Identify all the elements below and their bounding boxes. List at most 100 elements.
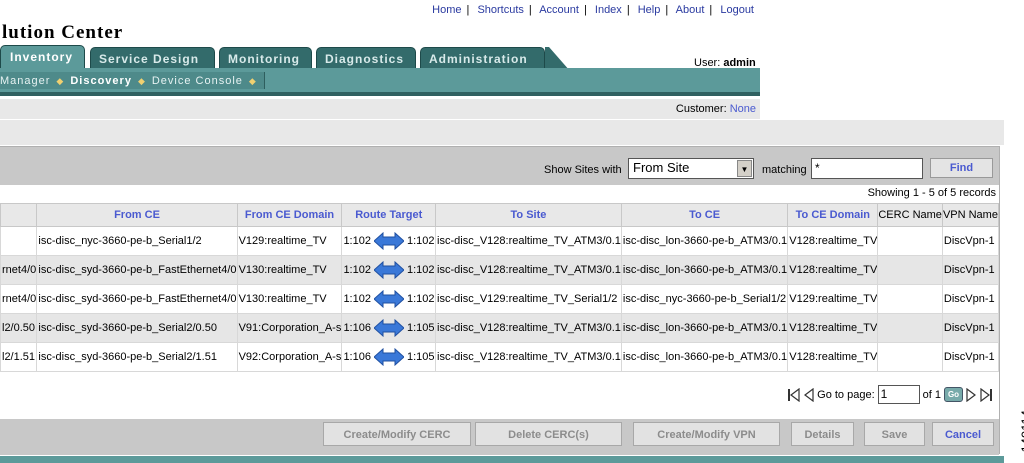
subnav-item-manager[interactable]: Manager	[0, 75, 50, 87]
cell-from-ce: isc-disc_syd-3660-pe-b_FastEthernet4/0	[36, 255, 238, 285]
top-links: Home | Shortcuts | Account | Index | Help | A…	[432, 4, 754, 16]
rt-from: 1:102	[343, 293, 371, 305]
col-header-to-ce[interactable]: To CE	[620, 203, 789, 227]
bidirectional-arrow-icon	[373, 232, 404, 250]
cell-to-site: isc-disc_V128:realtime_TV_ATM3/0.1	[435, 226, 622, 256]
col-header-vpn-name: VPN Name	[941, 203, 1000, 227]
show-sites-select[interactable]: From Site ▼	[628, 158, 754, 179]
col-header-cerc-name: CERC Name	[877, 203, 943, 227]
account-link[interactable]: Account	[539, 4, 579, 16]
create-modify-cerc-button[interactable]: Create/Modify CERC	[323, 422, 471, 446]
go-button[interactable]: Go	[944, 387, 963, 402]
delete-cerc-button[interactable]: Delete CERC(s)	[475, 422, 622, 446]
bidirectional-arrow-icon	[373, 319, 404, 337]
cell-to-ce: isc-disc_lon-3660-pe-b_ATM3/0.1	[620, 313, 789, 343]
cell-vpn-name: DiscVpn-1	[941, 313, 1000, 343]
cell-cerc-name	[877, 284, 943, 314]
tab-service-design[interactable]: Service Design	[90, 47, 215, 70]
find-button[interactable]: Find	[930, 158, 993, 178]
create-modify-vpn-button[interactable]: Create/Modify VPN	[633, 422, 780, 446]
show-sites-label: Show Sites with	[544, 164, 622, 176]
cell-to-site: isc-disc_V128:realtime_TV_ATM3/0.1	[435, 342, 622, 372]
bullet-icon: ◆	[248, 76, 257, 86]
table-row[interactable]: l2/1.51 isc-disc_syd-3660-pe-b_Serial2/1…	[0, 342, 1000, 372]
cell-to-ce-domain: V128:realtime_TV	[787, 255, 879, 285]
customer-value-link[interactable]: None	[730, 103, 756, 115]
customer-label: Customer:	[675, 103, 727, 115]
cell-to-ce-domain: V128:realtime_TV	[787, 313, 879, 343]
tab-inventory[interactable]: Inventory	[0, 45, 85, 70]
cell-to-site: isc-disc_V129:realtime_TV_Serial1/2	[435, 284, 622, 314]
bullet-icon: ◆	[137, 76, 146, 86]
logout-link[interactable]: Logout	[720, 4, 754, 16]
app-title: lution Center	[2, 22, 124, 43]
subnav-item-discovery[interactable]: Discovery	[70, 75, 132, 87]
cell-to-ce-domain: V128:realtime_TV	[787, 342, 879, 372]
action-button-bar: Create/Modify CERC Delete CERC(s) Create…	[0, 419, 999, 455]
cell-cerc-name	[877, 226, 943, 256]
cell-route-target: 1:102 1:102	[341, 255, 437, 285]
save-button[interactable]: Save	[864, 422, 925, 446]
bidirectional-arrow-icon	[373, 261, 404, 279]
about-link[interactable]: About	[676, 4, 705, 16]
col-header-to-ce-domain[interactable]: To CE Domain	[787, 203, 879, 227]
cell-truncated	[0, 226, 38, 256]
page-of-label: of 1	[922, 388, 941, 401]
first-page-icon[interactable]	[787, 387, 801, 402]
tab-monitoring[interactable]: Monitoring	[219, 47, 312, 70]
dropdown-arrow-icon[interactable]: ▼	[737, 160, 752, 177]
table-row[interactable]: isc-disc_nyc-3660-pe-b_Serial1/2 V129:re…	[0, 226, 1000, 256]
prev-page-icon[interactable]	[804, 387, 814, 402]
filter-bar: Show Sites with From Site ▼ matching * F…	[0, 147, 999, 185]
sites-table: From CE From CE Domain Route Target To S…	[0, 203, 1000, 372]
cell-route-target: 1:102 1:102	[341, 226, 437, 256]
col-header-route-target[interactable]: Route Target	[341, 203, 437, 227]
rt-from: 1:102	[343, 264, 371, 276]
cell-from-ce: isc-disc_nyc-3660-pe-b_Serial1/2	[36, 226, 238, 256]
cell-to-ce: isc-disc_nyc-3660-pe-b_Serial1/2	[620, 284, 789, 314]
matching-input[interactable]: *	[811, 158, 923, 179]
title-bar	[0, 120, 1004, 145]
table-row[interactable]: rnet4/0 isc-disc_syd-3660-pe-b_FastEther…	[0, 255, 1000, 285]
user-label: User:	[694, 57, 721, 69]
sub-nav-items: Manager ◆ Discovery ◆ Device Console ◆	[0, 72, 265, 89]
help-link[interactable]: Help	[638, 4, 661, 16]
last-page-icon[interactable]	[979, 387, 993, 402]
tab-administration[interactable]: Administration	[420, 47, 545, 70]
figure-id: 149114	[1018, 410, 1024, 453]
user-name: admin	[723, 57, 756, 69]
cell-vpn-name: DiscVpn-1	[941, 226, 1000, 256]
col-header-from-ce-domain[interactable]: From CE Domain	[236, 203, 343, 227]
cell-from-ce-domain: V130:realtime_TV	[236, 255, 343, 285]
table-header-row: From CE From CE Domain Route Target To S…	[0, 203, 1000, 227]
tab-diagnostics[interactable]: Diagnostics	[316, 47, 416, 70]
bullet-icon: ◆	[56, 76, 65, 86]
show-sites-select-value: From Site	[633, 160, 690, 175]
pagination: Go to page: 1 of 1 Go	[787, 385, 993, 404]
user-info: User: admin	[694, 57, 756, 69]
rt-to: 1:105	[406, 351, 435, 363]
rt-to: 1:102	[406, 293, 435, 305]
cell-from-ce-domain: V130:realtime_TV	[236, 284, 343, 314]
subnav-item-device-console[interactable]: Device Console	[152, 75, 243, 87]
rt-to: 1:102	[406, 235, 435, 247]
col-header-from-ce[interactable]: From CE	[36, 203, 238, 227]
cell-to-site: isc-disc_V128:realtime_TV_ATM3/0.1	[435, 255, 622, 285]
cell-truncated: rnet4/0	[0, 255, 38, 285]
rt-to: 1:102	[406, 264, 435, 276]
table-row[interactable]: l2/0.50 isc-disc_syd-3660-pe-b_Serial2/0…	[0, 313, 1000, 343]
cell-cerc-name	[877, 342, 943, 372]
home-link[interactable]: Home	[432, 4, 461, 16]
page-number-input[interactable]: 1	[877, 385, 920, 404]
cell-to-ce-domain: V128:realtime_TV	[787, 226, 879, 256]
next-page-icon[interactable]	[966, 387, 976, 402]
cell-to-ce: isc-disc_lon-3660-pe-b_ATM3/0.1	[620, 226, 789, 256]
shortcuts-link[interactable]: Shortcuts	[477, 4, 523, 16]
cancel-button[interactable]: Cancel	[932, 422, 994, 446]
record-count: Showing 1 - 5 of 5 records	[867, 187, 996, 199]
col-header-to-site[interactable]: To Site	[435, 203, 622, 227]
cell-truncated: rnet4/0	[0, 284, 38, 314]
index-link[interactable]: Index	[595, 4, 622, 16]
details-button[interactable]: Details	[791, 422, 854, 446]
table-row[interactable]: rnet4/0 isc-disc_syd-3660-pe-b_FastEther…	[0, 284, 1000, 314]
